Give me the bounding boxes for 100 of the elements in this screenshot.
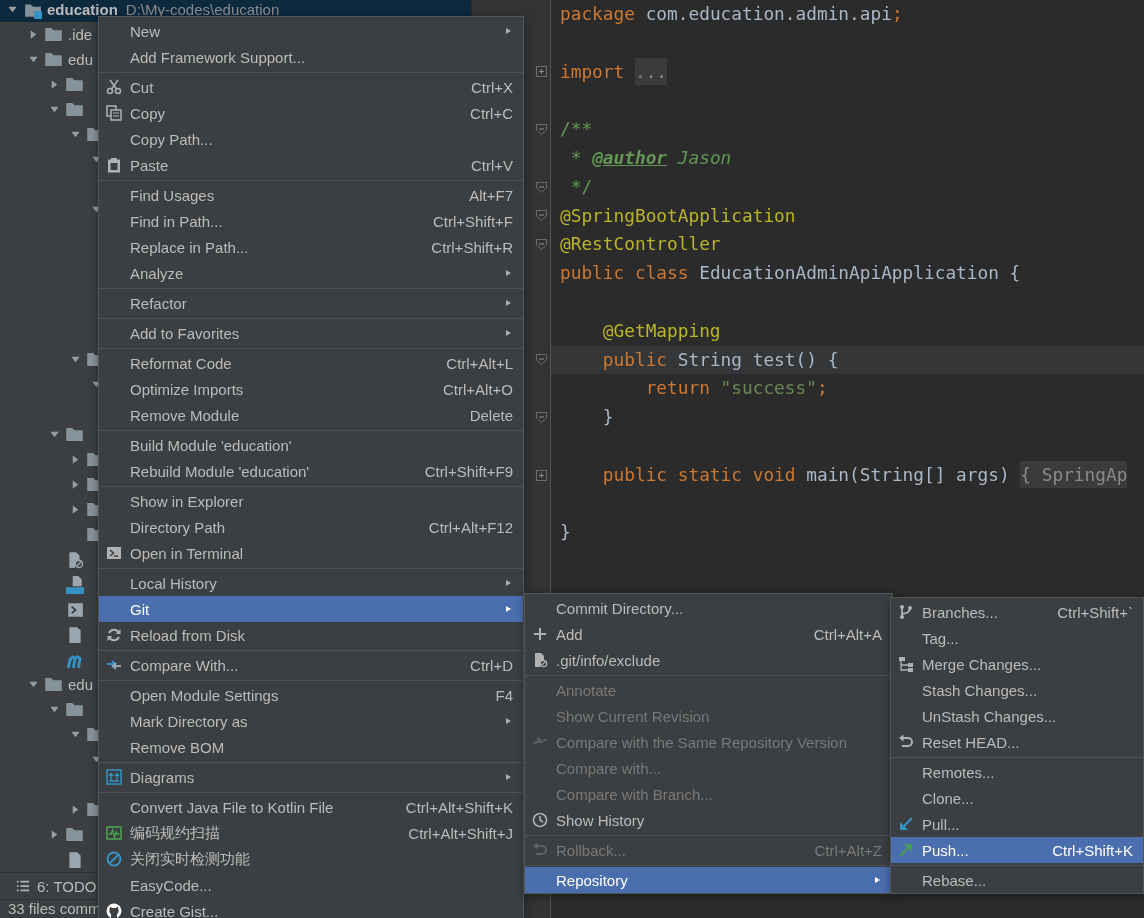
menu-item[interactable]: Replace in Path... Ctrl+Shift+R — [99, 234, 523, 260]
waveform-icon — [106, 825, 122, 841]
menu-item[interactable]: Remove BOM — [99, 734, 523, 760]
menu-item[interactable]: Copy Ctrl+C — [99, 100, 523, 126]
menu-item[interactable]: Show History — [525, 807, 892, 833]
collapsed-arrow-icon[interactable] — [49, 829, 60, 840]
list-icon — [16, 879, 30, 893]
expanded-arrow-icon[interactable] — [70, 729, 81, 740]
expanded-arrow-icon[interactable] — [49, 704, 60, 715]
menu-item[interactable]: Reload from Disk — [99, 622, 523, 648]
code-line: public class EducationAdminApiApplication { — [560, 262, 1021, 284]
menu-item[interactable]: Refactor — [99, 290, 523, 316]
collapsed-arrow-icon[interactable] — [70, 479, 81, 490]
menu-item[interactable]: Stash Changes... — [891, 677, 1143, 703]
collapsed-arrow-icon[interactable] — [70, 504, 81, 515]
plus-icon — [532, 626, 548, 642]
expand-fold-icon[interactable] — [535, 65, 548, 79]
menu-item[interactable]: Find in Path... Ctrl+Shift+F — [99, 208, 523, 234]
menu-item[interactable]: Clone... — [891, 785, 1143, 811]
menu-item[interactable]: Compare With... Ctrl+D — [99, 652, 523, 678]
collapse-fold-icon[interactable] — [535, 353, 548, 367]
menu-item[interactable]: Open in Terminal — [99, 540, 523, 566]
shortcut-label: Ctrl+Alt+Shift+K — [405, 798, 513, 816]
menu-item[interactable]: EasyCode... — [99, 872, 523, 898]
folder-icon — [66, 703, 83, 716]
blocked-file-icon — [532, 652, 548, 668]
menu-item[interactable]: Find Usages Alt+F7 — [99, 182, 523, 208]
menu-item[interactable]: Repository — [525, 867, 892, 893]
menu-item[interactable]: Push... Ctrl+Shift+K — [891, 837, 1143, 863]
collapse-fold-icon[interactable] — [535, 411, 548, 425]
tree-item-label[interactable]: .ide — [68, 26, 93, 43]
scissors-icon — [106, 79, 122, 95]
expanded-arrow-icon[interactable] — [49, 104, 60, 115]
collapsed-arrow-icon[interactable] — [70, 804, 81, 815]
todo-tab[interactable]: 6: TODO — [37, 877, 97, 895]
menu-item[interactable]: Add Framework Support... — [99, 44, 523, 70]
menu-item[interactable]: Remotes... — [891, 759, 1143, 785]
expanded-arrow-icon[interactable] — [28, 679, 39, 690]
code-line: /** — [560, 118, 593, 140]
menu-item[interactable]: Remove Module Delete — [99, 402, 523, 428]
shortcut-label: Alt+F7 — [469, 186, 513, 204]
collapsed-arrow-icon[interactable] — [28, 29, 39, 40]
collapsed-arrow-icon[interactable] — [70, 454, 81, 465]
menu-item[interactable]: Local History — [99, 570, 523, 596]
menu-item[interactable]: Convert Java File to Kotlin File Ctrl+Alt+Shift+K — [99, 794, 523, 820]
expand-fold-icon[interactable] — [535, 468, 548, 482]
menu-item[interactable]: Add to Favorites — [99, 320, 523, 346]
menu-item[interactable]: Build Module 'education' — [99, 432, 523, 458]
menu-item[interactable]: Tag... — [891, 625, 1143, 651]
expanded-arrow-icon[interactable] — [7, 4, 18, 15]
menu-item[interactable]: Commit Directory... — [525, 595, 892, 621]
menu-item[interactable]: Analyze — [99, 260, 523, 286]
collapse-fold-icon[interactable] — [535, 123, 548, 137]
menu-item[interactable]: Optimize Imports Ctrl+Alt+O — [99, 376, 523, 402]
menu-item[interactable]: 关闭实时检测功能 — [99, 846, 523, 872]
code-line: public static void main(String[] args) { SpringAp — [560, 460, 1128, 488]
markdown-file-icon — [65, 575, 85, 594]
shortcut-label: Ctrl+D — [470, 656, 513, 674]
menu-item[interactable]: Paste Ctrl+V — [99, 152, 523, 178]
shortcut-label: Ctrl+Shift+F — [432, 212, 513, 230]
shortcut-label: Ctrl+Alt+Z — [814, 841, 882, 859]
menu-item[interactable]: 编码规约扫描 Ctrl+Alt+Shift+J — [99, 820, 523, 846]
menu-item[interactable]: .git/info/exclude — [525, 647, 892, 673]
expanded-arrow-icon[interactable] — [28, 54, 39, 65]
collapse-fold-icon[interactable] — [535, 209, 548, 223]
expanded-arrow-icon[interactable] — [49, 429, 60, 440]
code-line: package com.education.admin.api; — [560, 3, 903, 24]
tree-item-label[interactable]: edu — [68, 676, 94, 693]
menu-item[interactable]: Open Module Settings F4 — [99, 682, 523, 708]
menu-item[interactable]: Show in Explorer — [99, 488, 523, 514]
code-line: import ... — [560, 57, 668, 85]
menu-item[interactable]: Diagrams — [99, 764, 523, 790]
tree-item-label[interactable]: edu — [68, 51, 94, 68]
menu-item[interactable]: Reset HEAD... — [891, 729, 1143, 755]
menu-item[interactable]: Rebuild Module 'education' Ctrl+Shift+F9 — [99, 458, 523, 484]
collapsed-arrow-icon[interactable] — [49, 79, 60, 90]
expanded-arrow-icon[interactable] — [70, 354, 81, 365]
collapse-fold-icon[interactable] — [535, 238, 548, 252]
menu-item[interactable]: Reformat Code Ctrl+Alt+L — [99, 350, 523, 376]
menu-item[interactable]: Pull... — [891, 811, 1143, 837]
clock-icon — [532, 812, 548, 828]
menu-item[interactable]: Merge Changes... — [891, 651, 1143, 677]
shortcut-label: Ctrl+Alt+O — [442, 380, 513, 398]
shortcut-label: Ctrl+Alt+A — [813, 625, 882, 643]
menu-item[interactable]: Rebase... — [891, 867, 1143, 893]
menu-item[interactable]: Add Ctrl+Alt+A — [525, 621, 892, 647]
menu-item[interactable]: Mark Directory as — [99, 708, 523, 734]
collapse-fold-icon[interactable] — [535, 180, 548, 194]
menu-item[interactable]: Branches... Ctrl+Shift+` — [891, 599, 1143, 625]
script-file-icon — [65, 600, 85, 619]
undo-arrow-icon — [898, 734, 914, 750]
shortcut-label: Ctrl+Alt+L — [446, 354, 513, 372]
menu-item[interactable]: UnStash Changes... — [891, 703, 1143, 729]
tree-item-label[interactable]: education — [47, 1, 118, 18]
expanded-arrow-icon[interactable] — [70, 129, 81, 140]
menu-item[interactable]: Copy Path... — [99, 126, 523, 152]
menu-item[interactable]: Git — [99, 596, 523, 622]
menu-item[interactable]: Directory Path Ctrl+Alt+F12 — [99, 514, 523, 540]
menu-item[interactable]: Cut Ctrl+X — [99, 74, 523, 100]
code-line: @SpringBootApplication — [560, 204, 796, 226]
